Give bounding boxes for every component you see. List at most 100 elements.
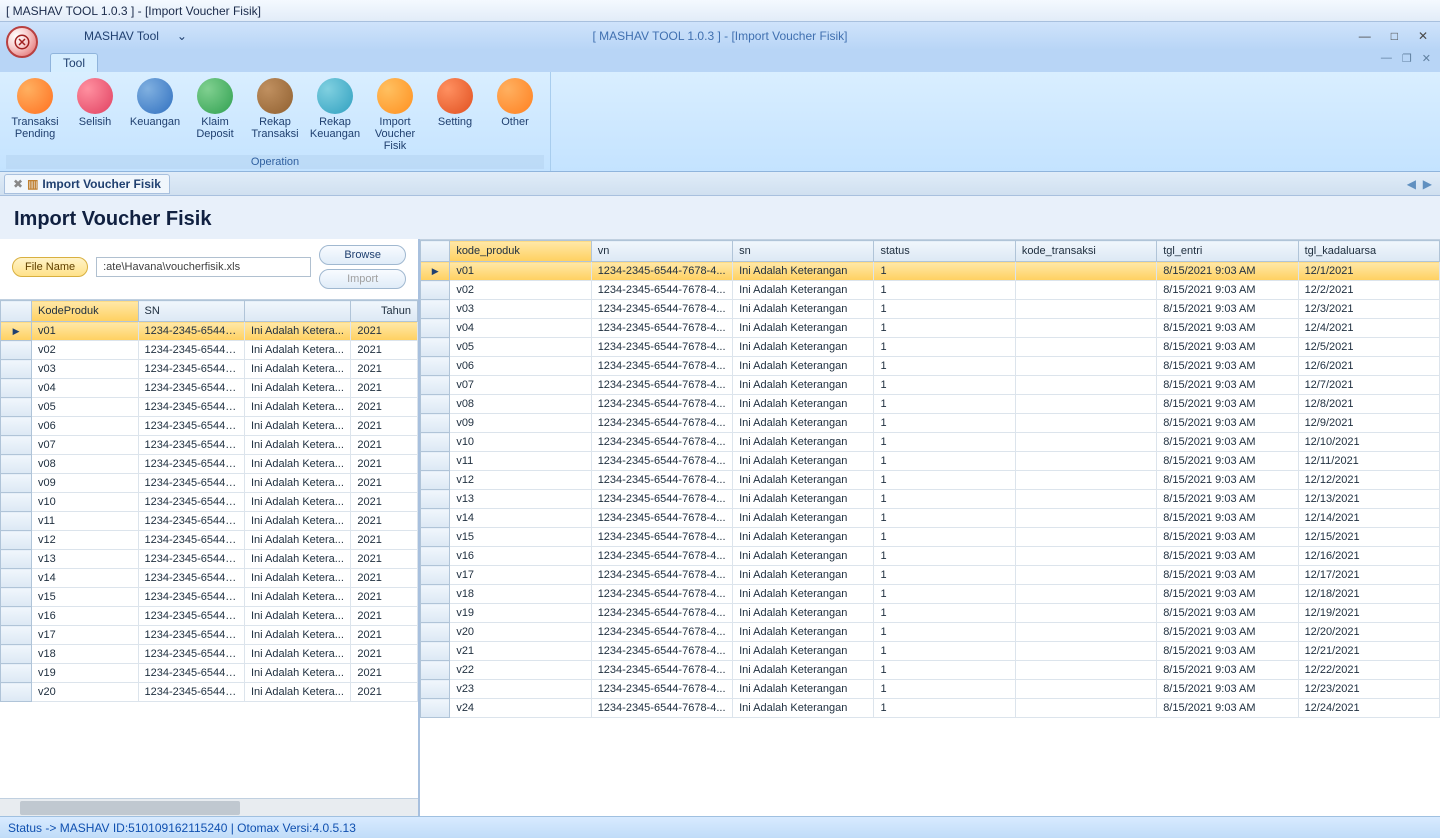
cell[interactable]: 8/15/2021 9:03 AM bbox=[1157, 300, 1298, 319]
table-row[interactable]: v081234-2345-6544-...Ini Adalah Ketera..… bbox=[1, 455, 418, 474]
cell[interactable]: Ini Adalah Keterangan bbox=[733, 566, 874, 585]
row-indicator[interactable] bbox=[1, 455, 32, 474]
cell[interactable]: 2021 bbox=[351, 398, 418, 417]
cell[interactable]: Ini Adalah Ketera... bbox=[244, 455, 350, 474]
right-col-header[interactable]: tgl_kadaluarsa bbox=[1298, 241, 1439, 262]
table-row[interactable]: v031234-2345-6544-7678-4...Ini Adalah Ke… bbox=[421, 300, 1440, 319]
cell[interactable]: v21 bbox=[450, 642, 591, 661]
cell[interactable]: 12/23/2021 bbox=[1298, 680, 1439, 699]
browse-button[interactable]: Browse bbox=[319, 245, 406, 265]
cell[interactable]: 1234-2345-6544-... bbox=[138, 436, 244, 455]
table-row[interactable]: v091234-2345-6544-...Ini Adalah Ketera..… bbox=[1, 474, 418, 493]
cell[interactable]: Ini Adalah Keterangan bbox=[733, 300, 874, 319]
row-indicator[interactable] bbox=[421, 661, 450, 680]
cell[interactable]: Ini Adalah Keterangan bbox=[733, 490, 874, 509]
cell[interactable]: 1234-2345-6544-7678-4... bbox=[591, 585, 732, 604]
row-indicator[interactable] bbox=[421, 376, 450, 395]
cell[interactable]: 1234-2345-6544-7678-4... bbox=[591, 281, 732, 300]
cell[interactable]: v11 bbox=[450, 452, 591, 471]
cell[interactable]: 12/10/2021 bbox=[1298, 433, 1439, 452]
cell[interactable]: 8/15/2021 9:03 AM bbox=[1157, 699, 1298, 718]
row-indicator[interactable] bbox=[421, 357, 450, 376]
cell[interactable]: 8/15/2021 9:03 AM bbox=[1157, 680, 1298, 699]
ribbon-tab-tool[interactable]: Tool bbox=[50, 53, 98, 72]
cell[interactable]: 1234-2345-6544-7678-4... bbox=[591, 566, 732, 585]
row-indicator[interactable] bbox=[421, 319, 450, 338]
cell[interactable]: Ini Adalah Ketera... bbox=[244, 512, 350, 531]
doc-nav-next-icon[interactable]: ▶ bbox=[1421, 177, 1434, 191]
table-row[interactable]: v121234-2345-6544-7678-4...Ini Adalah Ke… bbox=[421, 471, 1440, 490]
table-row[interactable]: v101234-2345-6544-7678-4...Ini Adalah Ke… bbox=[421, 433, 1440, 452]
cell[interactable]: 1234-2345-6544-7678-4... bbox=[591, 262, 732, 281]
table-row[interactable]: v241234-2345-6544-7678-4...Ini Adalah Ke… bbox=[421, 699, 1440, 718]
right-col-header[interactable]: kode_transaksi bbox=[1015, 241, 1156, 262]
cell[interactable]: 1234-2345-6544-7678-4... bbox=[591, 604, 732, 623]
cell[interactable]: Ini Adalah Keterangan bbox=[733, 281, 874, 300]
table-row[interactable]: v021234-2345-6544-7678-4...Ini Adalah Ke… bbox=[421, 281, 1440, 300]
cell[interactable]: 8/15/2021 9:03 AM bbox=[1157, 357, 1298, 376]
cell[interactable]: v20 bbox=[450, 623, 591, 642]
row-indicator[interactable] bbox=[1, 341, 32, 360]
cell[interactable]: 1234-2345-6544-7678-4... bbox=[591, 547, 732, 566]
row-header-corner[interactable] bbox=[1, 301, 32, 322]
ribbon-btn-rekap-transaksi[interactable]: Rekap Transaksi bbox=[246, 76, 304, 155]
cell[interactable]: 1 bbox=[874, 661, 1015, 680]
cell[interactable]: Ini Adalah Keterangan bbox=[733, 547, 874, 566]
row-indicator[interactable] bbox=[421, 528, 450, 547]
cell[interactable]: 2021 bbox=[351, 493, 418, 512]
cell[interactable]: 1234-2345-6544-... bbox=[138, 322, 244, 341]
cell[interactable]: Ini Adalah Ketera... bbox=[244, 683, 350, 702]
cell[interactable]: 2021 bbox=[351, 417, 418, 436]
cell[interactable]: v05 bbox=[450, 338, 591, 357]
right-col-header[interactable]: kode_produk bbox=[450, 241, 591, 262]
cell[interactable]: v04 bbox=[32, 379, 138, 398]
table-row[interactable]: v201234-2345-6544-7678-4...Ini Adalah Ke… bbox=[421, 623, 1440, 642]
cell[interactable]: Ini Adalah Keterangan bbox=[733, 585, 874, 604]
mdi-minimize-button[interactable]: — bbox=[1378, 52, 1395, 65]
cell[interactable]: v16 bbox=[32, 607, 138, 626]
cell[interactable]: 2021 bbox=[351, 341, 418, 360]
cell[interactable]: v03 bbox=[450, 300, 591, 319]
cell[interactable] bbox=[1015, 528, 1156, 547]
cell[interactable]: 2021 bbox=[351, 664, 418, 683]
left-col-header[interactable]: SN bbox=[138, 301, 244, 322]
row-indicator[interactable] bbox=[1, 436, 32, 455]
cell[interactable]: Ini Adalah Keterangan bbox=[733, 433, 874, 452]
qat-app-label[interactable]: MASHAV Tool bbox=[78, 27, 165, 45]
cell[interactable]: 1 bbox=[874, 642, 1015, 661]
cell[interactable]: 8/15/2021 9:03 AM bbox=[1157, 319, 1298, 338]
row-indicator[interactable] bbox=[421, 433, 450, 452]
cell[interactable]: v10 bbox=[450, 433, 591, 452]
cell[interactable]: v16 bbox=[450, 547, 591, 566]
table-row[interactable]: v101234-2345-6544-...Ini Adalah Ketera..… bbox=[1, 493, 418, 512]
right-grid[interactable]: kode_produkvnsnstatuskode_transaksitgl_e… bbox=[420, 239, 1440, 816]
row-indicator[interactable] bbox=[1, 474, 32, 493]
cell[interactable]: 1234-2345-6544-... bbox=[138, 531, 244, 550]
cell[interactable]: 1234-2345-6544-7678-4... bbox=[591, 338, 732, 357]
cell[interactable]: 1 bbox=[874, 585, 1015, 604]
row-indicator[interactable] bbox=[421, 300, 450, 319]
cell[interactable] bbox=[1015, 357, 1156, 376]
table-row[interactable]: v081234-2345-6544-7678-4...Ini Adalah Ke… bbox=[421, 395, 1440, 414]
cell[interactable]: 12/14/2021 bbox=[1298, 509, 1439, 528]
cell[interactable]: 2021 bbox=[351, 683, 418, 702]
cell[interactable]: 12/12/2021 bbox=[1298, 471, 1439, 490]
cell[interactable]: 12/21/2021 bbox=[1298, 642, 1439, 661]
cell[interactable]: Ini Adalah Ketera... bbox=[244, 360, 350, 379]
cell[interactable]: 2021 bbox=[351, 379, 418, 398]
cell[interactable]: v13 bbox=[450, 490, 591, 509]
cell[interactable]: Ini Adalah Ketera... bbox=[244, 569, 350, 588]
cell[interactable]: v12 bbox=[32, 531, 138, 550]
cell[interactable] bbox=[1015, 319, 1156, 338]
cell[interactable]: 2021 bbox=[351, 626, 418, 645]
cell[interactable]: Ini Adalah Ketera... bbox=[244, 493, 350, 512]
minimize-button[interactable]: — bbox=[1355, 27, 1375, 45]
cell[interactable]: 8/15/2021 9:03 AM bbox=[1157, 414, 1298, 433]
cell[interactable]: 1 bbox=[874, 262, 1015, 281]
app-menu-orb[interactable] bbox=[6, 26, 38, 58]
cell[interactable]: 1234-2345-6544-7678-4... bbox=[591, 528, 732, 547]
cell[interactable]: 2021 bbox=[351, 550, 418, 569]
cell[interactable]: v18 bbox=[32, 645, 138, 664]
cell[interactable]: 12/22/2021 bbox=[1298, 661, 1439, 680]
cell[interactable]: v24 bbox=[450, 699, 591, 718]
